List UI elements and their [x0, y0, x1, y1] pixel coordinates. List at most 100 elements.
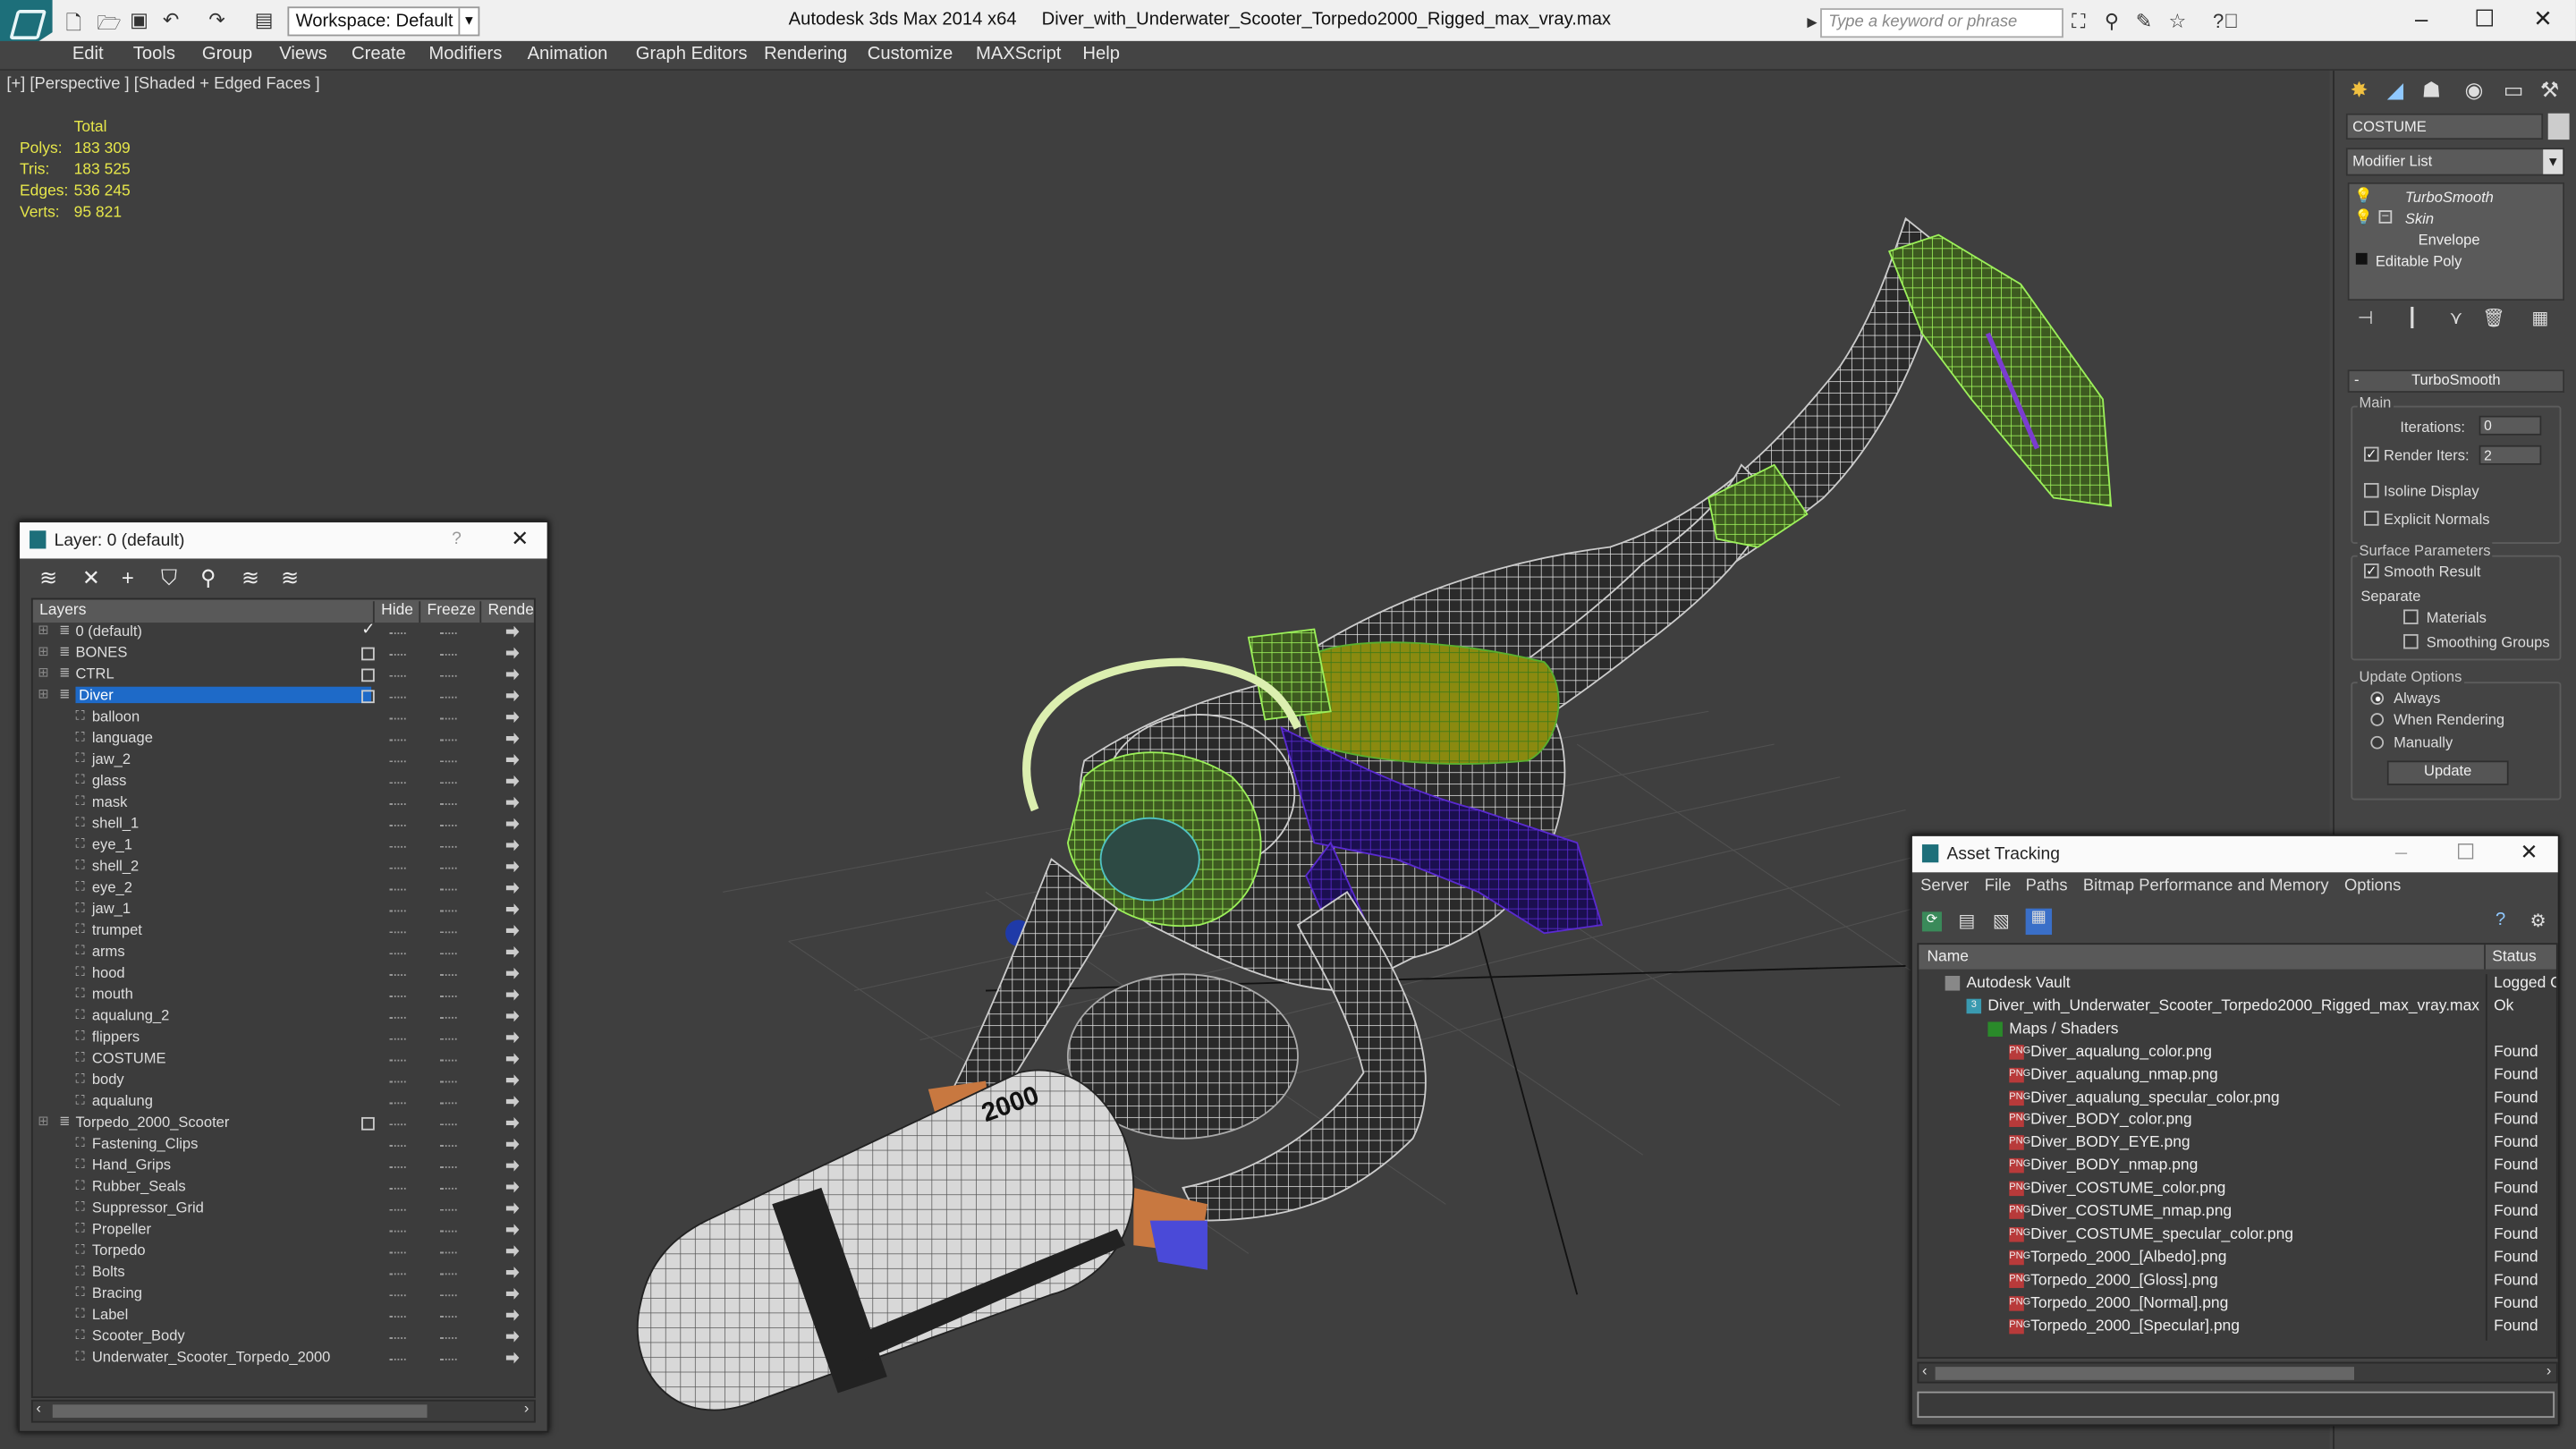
render-teapot-icon[interactable] [505, 775, 520, 787]
layer-manager-icon[interactable]: ≋ [39, 565, 57, 591]
render-teapot-icon[interactable] [505, 1224, 520, 1236]
hide-toggle[interactable] [389, 1187, 406, 1190]
asset-row[interactable]: PNG Diver_COSTUME_specular_color.png Found [1919, 1224, 2556, 1249]
hide-toggle[interactable] [389, 739, 406, 741]
smooth-result-checkbox[interactable]: ✓ [2364, 563, 2379, 579]
render-teapot-icon[interactable] [505, 796, 520, 809]
menu-customize[interactable]: Customize [868, 45, 953, 64]
render-teapot-icon[interactable] [505, 625, 520, 638]
render-teapot-icon[interactable] [505, 988, 520, 1001]
menu-paths[interactable]: Paths [2026, 877, 2068, 895]
layer-row[interactable]: ⛶ Torpedo [33, 1242, 534, 1264]
hide-toggle[interactable] [389, 953, 406, 955]
settings-icon[interactable]: ⚙ [2530, 911, 2546, 931]
turbosmooth-rollout-header[interactable]: - TurboSmooth [2347, 369, 2565, 393]
layer-row[interactable]: ⛶ flippers [33, 1029, 534, 1050]
freeze-toggle[interactable] [440, 825, 457, 826]
menu-options[interactable]: Options [2344, 877, 2401, 895]
help-icon[interactable]: ? [2496, 911, 2505, 930]
asset-row[interactable]: PNG Diver_COSTUME_color.png Found [1919, 1178, 2556, 1203]
manually-radio[interactable] [2370, 735, 2385, 750]
layer-row[interactable]: ⛶ Label [33, 1306, 534, 1327]
scroll-right-icon[interactable]: › [2546, 1362, 2552, 1378]
hide-toggle[interactable] [389, 845, 406, 848]
hide-toggle[interactable] [389, 654, 406, 656]
menu-graph-editors[interactable]: Graph Editors [636, 45, 748, 64]
render-iters-checkbox[interactable]: ✓ [2364, 446, 2379, 462]
select-objects-icon[interactable]: ⚲ [200, 565, 216, 591]
col-name[interactable]: Name [1927, 948, 1969, 966]
scroll-left-icon[interactable]: ‹ [36, 1400, 41, 1416]
render-teapot-icon[interactable] [505, 1159, 520, 1172]
freeze-toggle[interactable] [440, 1273, 457, 1275]
when-rendering-radio[interactable] [2370, 713, 2385, 726]
scroll-left-icon[interactable]: ‹ [1922, 1362, 1928, 1378]
help-icon[interactable]: ? [452, 529, 462, 548]
layer-row[interactable]: ⛶ glass [33, 772, 534, 793]
asset-row[interactable]: PNG Torpedo_2000_[Specular].png Found [1919, 1315, 2556, 1340]
asset-row[interactable]: PNG Torpedo_2000_[Albedo].png Found [1919, 1247, 2556, 1272]
menu-modifiers[interactable]: Modifiers [428, 45, 502, 64]
freeze-toggle[interactable] [440, 974, 457, 976]
hide-toggle[interactable] [389, 931, 406, 934]
hide-toggle[interactable] [389, 632, 406, 634]
menu-server[interactable]: Server [1920, 877, 1969, 895]
col-layers[interactable]: Layers [33, 601, 86, 623]
hide-toggle[interactable] [389, 1123, 406, 1126]
render-iters-spinner[interactable]: 2 [2479, 445, 2542, 465]
update-button[interactable]: Update [2386, 760, 2509, 785]
binoculars-icon[interactable]: ⛶ [2072, 10, 2085, 35]
help-icon[interactable]: ?⃝ [2213, 10, 2239, 33]
hide-toggle[interactable] [361, 647, 375, 661]
layer-row[interactable]: ⛶ hood [33, 964, 534, 986]
minimize-icon[interactable]: – [2395, 840, 2407, 865]
hide-toggle[interactable] [389, 974, 406, 976]
hide-toggle[interactable] [389, 910, 406, 912]
freeze-toggle[interactable] [440, 1337, 457, 1339]
redo-icon[interactable]: ↷ [208, 8, 225, 31]
layer-row[interactable]: ⛶ Fastening_Clips [33, 1135, 534, 1157]
table-view-icon[interactable]: ▦ [2025, 908, 2053, 936]
maximize-icon[interactable]: ☐ [2474, 5, 2495, 33]
project-folder-icon[interactable]: ▤ [255, 8, 274, 31]
hide-toggle[interactable] [389, 1273, 406, 1275]
col-hide[interactable]: Hide [372, 601, 413, 623]
freeze-toggle[interactable] [440, 1038, 457, 1040]
asset-row[interactable]: PNG Diver_BODY_EYE.png Found [1919, 1132, 2556, 1157]
layer-row[interactable]: ⛶ mask [33, 793, 534, 815]
iterations-spinner[interactable]: 0 [2479, 415, 2542, 436]
hide-toggle[interactable] [389, 1080, 406, 1083]
asset-row[interactable]: PNG Diver_BODY_color.png Found [1919, 1109, 2556, 1135]
layer-row[interactable]: ⛶ trumpet [33, 921, 534, 943]
utilities-tab-icon[interactable]: ⚒ [2535, 77, 2564, 106]
freeze-toggle[interactable] [440, 1016, 457, 1019]
render-teapot-icon[interactable] [505, 1181, 520, 1193]
freeze-toggle[interactable] [440, 888, 457, 891]
layer-row[interactable]: ⛶ Scooter_Body [33, 1327, 534, 1349]
layer-row[interactable]: ⊞ ≣ BONES [33, 644, 534, 665]
layer-row[interactable]: ⛶ arms [33, 943, 534, 964]
expand-toggle-icon[interactable]: ⊞ [38, 644, 48, 659]
asset-row[interactable]: PNG Diver_aqualung_nmap.png Found [1919, 1063, 2556, 1089]
freeze-toggle[interactable] [440, 1080, 457, 1083]
freeze-toggle[interactable] [440, 996, 457, 997]
expand-toggle-icon[interactable]: ⊞ [38, 687, 48, 702]
freeze-toggle[interactable] [440, 632, 457, 634]
menu-help[interactable]: Help [1082, 45, 1120, 64]
show-end-result-icon[interactable]: ┃ [2407, 307, 2418, 328]
layer-row[interactable]: ⛶ Suppressor_Grid [33, 1199, 534, 1221]
render-teapot-icon[interactable] [505, 1352, 520, 1364]
menu-group[interactable]: Group [202, 45, 252, 64]
hide-toggle[interactable] [389, 1294, 406, 1297]
render-teapot-icon[interactable] [505, 860, 520, 873]
hide-all-icon[interactable]: ≋ [242, 565, 259, 591]
hide-toggle[interactable] [389, 1166, 406, 1168]
render-teapot-icon[interactable] [505, 668, 520, 681]
explicit-normals-checkbox[interactable] [2364, 511, 2379, 526]
menu-edit[interactable]: Edit [72, 45, 104, 64]
hide-toggle[interactable] [389, 867, 406, 869]
stack-item-editable-poly[interactable]: Editable Poly [2376, 253, 2462, 269]
freeze-toggle[interactable] [440, 1230, 457, 1233]
freeze-toggle[interactable] [440, 931, 457, 934]
menu-bitmap-performance[interactable]: Bitmap Performance and Memory [2083, 877, 2329, 895]
